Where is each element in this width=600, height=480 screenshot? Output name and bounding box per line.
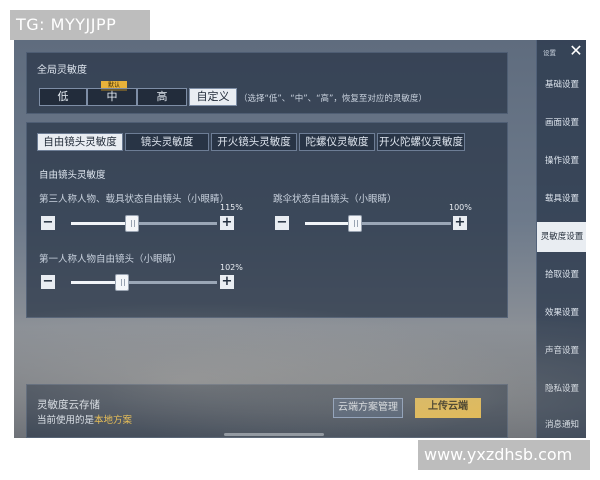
scroll-indicator [224, 433, 324, 436]
section-title: 自由镜头灵敏度 [39, 170, 106, 181]
slider-parachute-value: 100% [449, 203, 472, 212]
slider-parachute-track[interactable] [305, 215, 451, 232]
sidebar-item-vehicle[interactable]: 载具设置 [537, 184, 586, 214]
slider-fps-value: 102% [220, 263, 243, 272]
slider-fps-minus-button[interactable]: − [41, 275, 55, 289]
preset-high-button[interactable]: 高 [137, 88, 187, 106]
global-sensitivity-panel: 全局灵敏度 默认 低 中 高 自定义 （选择“低”、“中”、“高”，恢复至对应的… [26, 52, 508, 114]
global-sensitivity-title: 全局灵敏度 [37, 65, 87, 76]
current-plan-prefix: 当前使用的是 [37, 415, 95, 426]
tab-gyroscope[interactable]: 陀螺仪灵敏度 [299, 133, 375, 151]
sidebar-item-controls[interactable]: 操作设置 [537, 146, 586, 176]
sidebar-item-privacy[interactable]: 隐私设置 [537, 374, 586, 404]
tab-fire-camera[interactable]: 开火镜头灵敏度 [211, 133, 297, 151]
upload-cloud-button[interactable]: 上传云端 [415, 398, 481, 418]
preset-custom-button[interactable]: 自定义 [189, 88, 237, 106]
sidebar-item-sound[interactable]: 声音设置 [537, 336, 586, 366]
slider-tps-fill [71, 222, 133, 225]
sidebar-item-effects[interactable]: 效果设置 [537, 298, 586, 328]
slider-tps-plus-button[interactable]: + [220, 216, 234, 230]
preset-hint: （选择“低”、“中”、“高”，恢复至对应的灵敏度） [239, 94, 427, 104]
sidebar-item-pickup[interactable]: 拾取设置 [537, 260, 586, 290]
settings-sidebar: 设置 ✕ 基础设置 画面设置 操作设置 载具设置 灵敏度设置 拾取设置 效果设置… [536, 40, 586, 438]
slider-tps-thumb[interactable] [125, 215, 140, 232]
cloud-plan-manage-button[interactable]: 云端方案管理 [333, 398, 403, 418]
game-settings-screen: 全局灵敏度 默认 低 中 高 自定义 （选择“低”、“中”、“高”，恢复至对应的… [14, 40, 586, 438]
slider-parachute-minus-button[interactable]: − [275, 216, 289, 230]
site-watermark: www.yxzdhsb.com [418, 440, 590, 470]
slider-tps-minus-button[interactable]: − [41, 216, 55, 230]
preset-low-button[interactable]: 低 [39, 88, 87, 106]
cloud-storage-title: 灵敏度云存储 [37, 399, 100, 411]
close-icon[interactable]: ✕ [567, 42, 585, 60]
sidebar-item-basic[interactable]: 基础设置 [537, 70, 586, 100]
slider-tps-label: 第三人称人物、载具状态自由镜头（小眼睛） [39, 194, 230, 205]
slider-parachute-thumb[interactable] [347, 215, 362, 232]
slider-fps-thumb[interactable] [115, 274, 130, 291]
sidebar-item-graphics[interactable]: 画面设置 [537, 108, 586, 138]
current-plan-name: 本地方案 [94, 415, 133, 426]
slider-parachute-label: 跳伞状态自由镜头（小眼睛） [273, 194, 397, 205]
sidebar-top-label: 设置 [543, 49, 556, 57]
slider-fps-track[interactable] [71, 274, 217, 291]
tab-camera[interactable]: 镜头灵敏度 [125, 133, 209, 151]
sidebar-item-sensitivity[interactable]: 灵敏度设置 [537, 222, 586, 252]
current-plan-line: 当前使用的是本地方案 [37, 412, 132, 426]
slider-parachute-plus-button[interactable]: + [453, 216, 467, 230]
preset-medium-button[interactable]: 中 [87, 88, 137, 106]
slider-tps-value: 115% [220, 203, 243, 212]
cloud-storage-panel: 灵敏度云存储 当前使用的是本地方案 云端方案管理 上传云端 [26, 384, 508, 438]
slider-fps-label: 第一人称人物自由镜头（小眼睛） [39, 254, 182, 265]
sensitivity-detail-panel: 自由镜头灵敏度 镜头灵敏度 开火镜头灵敏度 陀螺仪灵敏度 开火陀螺仪灵敏度 自由… [26, 122, 508, 318]
slider-tps-track[interactable] [71, 215, 217, 232]
sidebar-item-notifications[interactable]: 消息通知 [537, 410, 586, 438]
tab-free-camera[interactable]: 自由镜头灵敏度 [37, 133, 123, 151]
tg-label: TG: MYYJJPP [10, 10, 150, 40]
slider-fps-plus-button[interactable]: + [220, 275, 234, 289]
tab-fire-gyroscope[interactable]: 开火陀螺仪灵敏度 [377, 133, 465, 151]
